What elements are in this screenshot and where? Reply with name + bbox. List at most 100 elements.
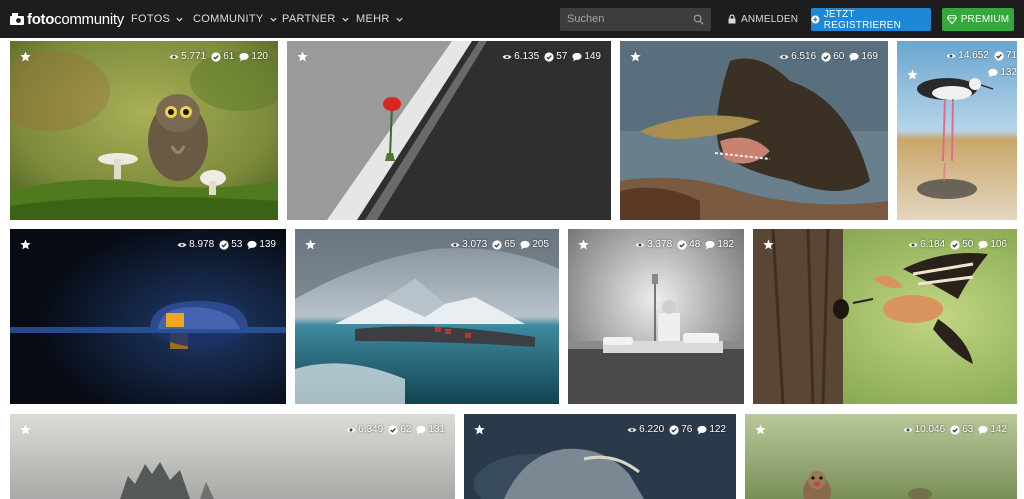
likes-count: 71 <box>1005 50 1017 61</box>
check-icon <box>677 240 687 250</box>
menu-mehr[interactable]: MEHR <box>356 0 404 38</box>
photo-tile-owl[interactable]: 5.771 61 120 <box>10 41 278 220</box>
eye-icon <box>903 425 913 435</box>
photo-tile-squirrel[interactable]: 10.046 63 142 <box>745 414 1017 499</box>
star-icon[interactable] <box>578 239 589 250</box>
check-icon <box>492 240 502 250</box>
menu-fotos[interactable]: FOTOS <box>131 0 184 38</box>
login-label: ANMELDEN <box>741 13 799 25</box>
menu-partner[interactable]: PARTNER <box>282 0 350 38</box>
photo-stats: 10.046 63 142 <box>903 423 1007 436</box>
photo-tile-lofoten[interactable]: 3.073 65 205 <box>295 229 559 404</box>
star-icon[interactable] <box>20 239 31 250</box>
check-icon <box>211 52 221 62</box>
star-icon[interactable] <box>20 424 31 435</box>
poppy-photo <box>287 41 611 220</box>
owl-photo <box>10 41 278 220</box>
views-count: 5.771 <box>181 51 207 62</box>
photo-tile-poppy[interactable]: 6.135 57 149 <box>287 41 611 220</box>
star-icon[interactable] <box>305 239 316 250</box>
logo-text-bold: foto <box>27 10 55 28</box>
top-navbar: foto community FOTOS COMMUNITY PARTNER ME… <box>0 0 1024 38</box>
photo-stats: 5.771 61 120 <box>169 50 268 63</box>
photo-tile-stilt[interactable]: 14.652 71 132 <box>897 41 1017 220</box>
likes-count: 57 <box>556 51 568 62</box>
views-count: 10.046 <box>914 424 946 435</box>
check-icon <box>219 240 229 250</box>
search-icon[interactable] <box>693 14 704 25</box>
premium-label: PREMIUM <box>960 14 1010 25</box>
views-count: 3.073 <box>462 239 488 250</box>
eye-icon <box>946 51 956 61</box>
comment-icon <box>697 425 707 435</box>
eye-icon <box>627 425 637 435</box>
eye-icon <box>635 240 645 250</box>
likes-count: 65 <box>504 239 516 250</box>
comment-icon <box>705 240 715 250</box>
logo-text-light: community <box>54 10 124 28</box>
photo-stats: 3.073 65 205 <box>450 238 549 251</box>
eye-icon <box>779 52 789 62</box>
search-placeholder: Suchen <box>567 13 605 25</box>
crocodile-photo <box>620 41 888 220</box>
photo-tile-crocodile[interactable]: 6.516 60 169 <box>620 41 888 220</box>
comment-icon <box>988 68 998 78</box>
comments-count: 182 <box>717 239 734 250</box>
comments-count: 142 <box>990 424 1007 435</box>
likes-count: 48 <box>689 239 701 250</box>
likes-count: 60 <box>833 51 845 62</box>
views-count: 6.135 <box>514 51 540 62</box>
photo-tile-hoopoe[interactable]: 6.184 50 106 <box>753 229 1017 404</box>
likes-count: 61 <box>223 51 235 62</box>
menu-partner-label: PARTNER <box>282 13 336 25</box>
photo-stats: 8.978 53 139 <box>177 238 276 251</box>
comments-count: 106 <box>990 239 1007 250</box>
views-count: 6.349 <box>358 424 384 435</box>
check-icon <box>950 240 960 250</box>
comment-icon <box>416 425 426 435</box>
photo-stats: 14.652 71 132 <box>907 50 1017 78</box>
lofoten-photo <box>295 229 559 404</box>
photo-tile-dome[interactable]: 8.978 53 139 <box>10 229 286 404</box>
search-input[interactable]: Suchen <box>560 8 711 31</box>
check-icon <box>669 425 679 435</box>
check-icon <box>544 52 554 62</box>
login-link[interactable]: ANMELDEN <box>728 9 798 29</box>
check-icon <box>950 425 960 435</box>
chevron-down-icon <box>269 17 277 22</box>
eye-icon <box>450 240 460 250</box>
comment-icon <box>849 52 859 62</box>
plus-circle-icon <box>811 15 820 24</box>
premium-button[interactable]: PREMIUM <box>942 8 1014 31</box>
photo-tile-fog[interactable]: 6.349 62 131 <box>10 414 455 499</box>
menu-fotos-label: FOTOS <box>131 13 171 25</box>
star-icon[interactable] <box>297 51 308 62</box>
star-icon[interactable] <box>755 424 766 435</box>
register-button[interactable]: JETZT REGISTRIEREN <box>811 8 931 31</box>
check-icon <box>821 52 831 62</box>
bed-photo <box>568 229 744 404</box>
comment-icon <box>978 425 988 435</box>
comments-count: 139 <box>259 239 276 250</box>
chevron-down-icon <box>176 17 183 22</box>
star-icon[interactable] <box>763 239 774 250</box>
menu-community[interactable]: COMMUNITY <box>193 0 278 38</box>
diamond-icon <box>946 15 957 24</box>
comments-count: 132 <box>1000 67 1017 78</box>
check-icon <box>388 425 398 435</box>
photo-tile-heron[interactable]: 6.220 76 122 <box>464 414 736 499</box>
likes-count: 50 <box>962 239 974 250</box>
photo-stats: 6.516 60 169 <box>779 50 878 63</box>
star-icon[interactable] <box>474 424 485 435</box>
views-count: 6.516 <box>791 51 817 62</box>
comment-icon <box>520 240 530 250</box>
eye-icon <box>169 52 179 62</box>
star-icon[interactable] <box>20 51 31 62</box>
fotocommunity-logo[interactable]: foto community <box>10 9 124 29</box>
lock-icon <box>728 14 736 24</box>
chevron-down-icon <box>395 17 403 22</box>
star-icon[interactable] <box>630 51 641 62</box>
photo-tile-bed[interactable]: 3.378 48 182 <box>568 229 744 404</box>
dome-photo <box>10 229 286 404</box>
eye-icon <box>908 240 918 250</box>
